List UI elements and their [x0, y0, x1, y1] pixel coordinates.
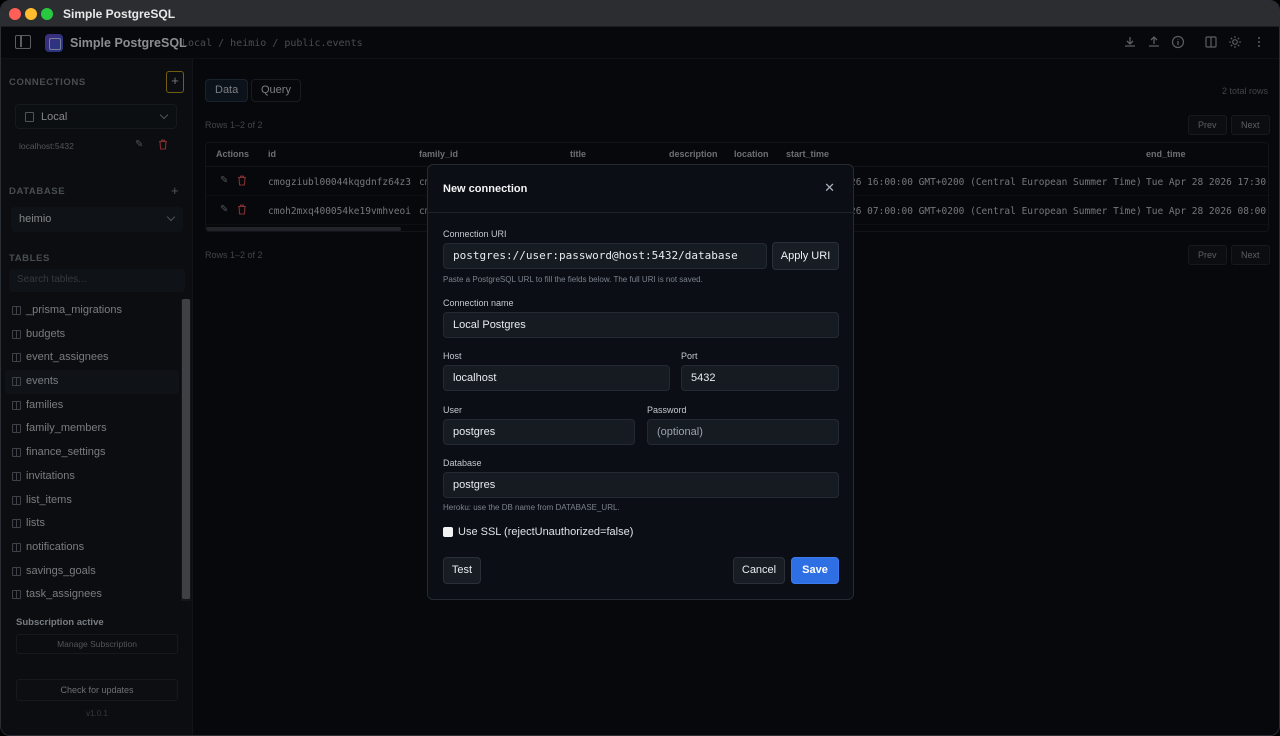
database-hint: Heroku: use the DB name from DATABASE_UR…: [443, 503, 620, 512]
connection-name-label: Connection name: [443, 298, 514, 308]
port-input[interactable]: 5432: [681, 365, 839, 391]
save-button[interactable]: Save: [791, 557, 839, 584]
close-window-button[interactable]: [9, 8, 21, 20]
maximize-window-button[interactable]: [41, 8, 53, 20]
database-field-label: Database: [443, 458, 482, 468]
divider: [428, 212, 853, 213]
ssl-checkbox[interactable]: [443, 527, 453, 537]
apply-uri-button[interactable]: Apply URI: [772, 242, 839, 270]
window-title: Simple PostgreSQL: [63, 7, 176, 21]
app-window: Simple PostgreSQL Simple PostgreSQL Loca…: [0, 0, 1280, 736]
test-button[interactable]: Test: [443, 557, 481, 584]
host-input[interactable]: localhost: [443, 365, 670, 391]
cancel-button[interactable]: Cancel: [733, 557, 785, 584]
user-input[interactable]: postgres: [443, 419, 635, 445]
uri-hint: Paste a PostgreSQL URL to fill the field…: [443, 275, 703, 284]
dialog-title: New connection: [443, 183, 528, 195]
password-label: Password: [647, 405, 687, 415]
title-bar: Simple PostgreSQL: [1, 1, 1279, 27]
connection-uri-input[interactable]: postgres://user:password@host:5432/datab…: [443, 243, 767, 269]
database-input[interactable]: postgres: [443, 472, 839, 498]
new-connection-dialog: New connection ✕ Connection URI postgres…: [427, 164, 854, 600]
close-icon[interactable]: ✕: [824, 180, 835, 196]
minimize-window-button[interactable]: [25, 8, 37, 20]
ssl-label[interactable]: Use SSL (rejectUnauthorized=false): [458, 526, 633, 538]
port-label: Port: [681, 351, 698, 361]
uri-label: Connection URI: [443, 229, 507, 239]
connection-name-input[interactable]: Local Postgres: [443, 312, 839, 338]
host-label: Host: [443, 351, 462, 361]
password-input[interactable]: (optional): [647, 419, 839, 445]
user-label: User: [443, 405, 463, 415]
